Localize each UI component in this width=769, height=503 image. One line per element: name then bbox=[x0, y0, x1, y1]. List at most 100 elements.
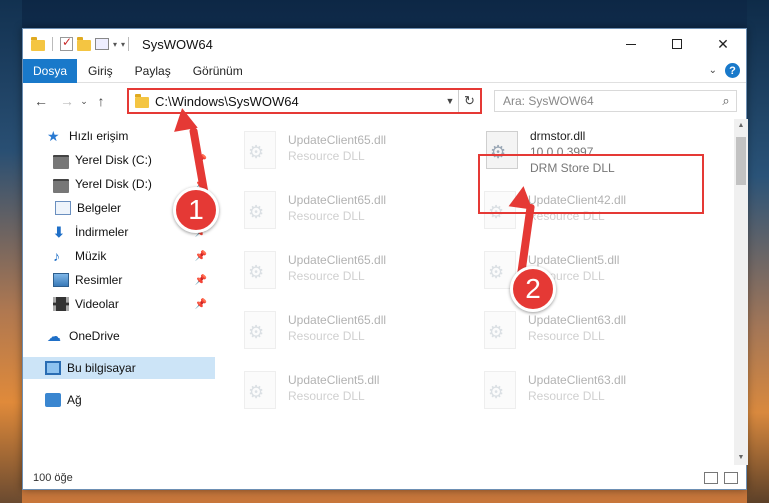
dll-file-icon bbox=[244, 131, 280, 171]
details-view-icon[interactable] bbox=[704, 471, 718, 484]
maximize-icon bbox=[672, 39, 682, 49]
list-item[interactable]: UpdateClient65.dll Resource DLL bbox=[216, 187, 436, 237]
minimize-icon bbox=[626, 43, 636, 45]
pin-icon[interactable]: 📌 bbox=[195, 251, 207, 262]
expand-ribbon-icon[interactable]: ⌄ bbox=[709, 65, 717, 76]
forward-button[interactable]: → bbox=[57, 93, 77, 109]
chevron-down-icon[interactable]: ▾ bbox=[113, 40, 117, 49]
video-icon bbox=[53, 297, 69, 311]
disk-icon bbox=[53, 179, 69, 193]
item-count: 100 öğe bbox=[33, 471, 73, 484]
customize-icon[interactable] bbox=[95, 38, 109, 50]
file-name: UpdateClient63.dll bbox=[528, 313, 627, 327]
search-icon[interactable]: ⌕ bbox=[716, 93, 736, 109]
maximize-button[interactable] bbox=[654, 29, 700, 59]
disk-icon bbox=[53, 155, 69, 169]
sidebar-item-pictures[interactable]: Resimler 📌 bbox=[23, 269, 215, 291]
file-list: UpdateClient65.dll Resource DLL drmstor.d… bbox=[216, 119, 734, 465]
sidebar-item-label: Müzik bbox=[75, 249, 107, 263]
sidebar-item-label: Yerel Disk (D:) bbox=[75, 177, 152, 191]
list-item[interactable]: UpdateClient65.dll Resource DLL bbox=[216, 247, 436, 297]
file-name: UpdateClient5.dll bbox=[288, 373, 380, 387]
toolbar-menu-icon[interactable]: ▾ bbox=[121, 40, 125, 49]
vertical-scrollbar[interactable]: ▲ ▼ bbox=[734, 119, 748, 465]
file-name: UpdateClient65.dll bbox=[288, 253, 387, 267]
navigation-bar: ← → ⌄ ↑ C:\Windows\SysWOW64 ▼ ↻ Ara: Sys… bbox=[23, 84, 746, 118]
toolbar-divider bbox=[52, 37, 53, 51]
close-icon: ✕ bbox=[717, 35, 729, 52]
dll-file-icon bbox=[484, 371, 520, 411]
sidebar-item-label: Resimler bbox=[75, 273, 123, 287]
step-1-badge: 1 bbox=[173, 187, 219, 233]
file-name: drmstor.dll bbox=[530, 129, 586, 143]
desktop-wallpaper-left bbox=[0, 0, 22, 503]
recent-locations-button[interactable]: ⌄ bbox=[77, 96, 91, 107]
cloud-icon: ☁ bbox=[47, 328, 61, 344]
search-input[interactable]: Ara: SysWOW64 bbox=[503, 94, 716, 108]
file-name: UpdateClient5.dll bbox=[528, 253, 620, 267]
minimize-button[interactable] bbox=[608, 29, 654, 59]
title-divider bbox=[128, 37, 130, 51]
sidebar-item-this-pc[interactable]: Bu bilgisayar bbox=[23, 357, 215, 379]
close-button[interactable]: ✕ bbox=[700, 29, 746, 59]
pin-icon[interactable]: 📌 bbox=[195, 275, 207, 286]
tab-view[interactable]: Görünüm bbox=[182, 64, 254, 78]
dll-file-icon bbox=[244, 191, 280, 231]
file-description: Resource DLL bbox=[288, 269, 365, 283]
scroll-up-icon[interactable]: ▲ bbox=[734, 119, 748, 133]
sidebar-item-label: OneDrive bbox=[69, 329, 120, 343]
new-folder-icon[interactable] bbox=[77, 37, 91, 51]
sidebar-item-videos[interactable]: Videolar 📌 bbox=[23, 293, 215, 315]
properties-check-icon[interactable] bbox=[60, 35, 73, 51]
folder-icon bbox=[135, 93, 149, 108]
file-explorer-window: ▾ ▾ SysWOW64 ✕ Dosya Giriş Paylaş Görünü… bbox=[22, 28, 748, 490]
view-toggle bbox=[704, 471, 746, 484]
file-name: UpdateClient63.dll bbox=[528, 373, 627, 387]
window-controls: ✕ bbox=[608, 29, 746, 59]
pin-icon[interactable]: 📌 bbox=[195, 299, 207, 310]
navigation-pane: ★ Hızlı erişim Yerel Disk (C:) 📌 Yerel D… bbox=[23, 119, 215, 465]
sidebar-item-local-disk-c[interactable]: Yerel Disk (C:) 📌 bbox=[23, 149, 215, 171]
dll-file-icon bbox=[244, 311, 280, 351]
address-path[interactable]: C:\Windows\SysWOW64 bbox=[155, 94, 442, 109]
window-title: SysWOW64 bbox=[142, 36, 213, 52]
sidebar-item-label: İndirmeler bbox=[75, 225, 129, 239]
list-item[interactable]: UpdateClient63.dll Resource DLL bbox=[456, 367, 676, 417]
scroll-down-icon[interactable]: ▼ bbox=[734, 451, 748, 465]
back-button[interactable]: ← bbox=[31, 93, 51, 109]
sidebar-item-music[interactable]: ♪ Müzik 📌 bbox=[23, 245, 215, 267]
download-icon: ⬇ bbox=[53, 224, 65, 240]
refresh-button[interactable]: ↻ bbox=[458, 90, 480, 112]
tab-home[interactable]: Giriş bbox=[77, 64, 124, 78]
tab-file[interactable]: Dosya bbox=[23, 58, 77, 83]
help-icon[interactable]: ? bbox=[725, 63, 740, 78]
ribbon-tabs: Dosya Giriş Paylaş Görünüm ⌄ ? bbox=[23, 58, 746, 83]
ribbon-right-controls: ⌄ ? bbox=[709, 63, 746, 78]
file-name: UpdateClient65.dll bbox=[288, 133, 387, 147]
sidebar-item-label: Bu bilgisayar bbox=[67, 361, 136, 375]
list-item[interactable]: UpdateClient63.dll Resource DLL bbox=[456, 307, 676, 357]
list-item[interactable]: UpdateClient65.dll Resource DLL bbox=[216, 127, 436, 177]
sidebar-item-label: Hızlı erişim bbox=[69, 129, 129, 143]
up-button[interactable]: ↑ bbox=[91, 93, 111, 109]
file-description: Resource DLL bbox=[288, 209, 365, 223]
star-icon: ★ bbox=[47, 128, 60, 144]
tab-share[interactable]: Paylaş bbox=[124, 64, 182, 78]
quick-access-toolbar: ▾ ▾ bbox=[23, 35, 125, 51]
file-description: Resource DLL bbox=[288, 149, 365, 163]
folder-icon bbox=[31, 37, 45, 51]
sidebar-item-network[interactable]: Ağ bbox=[23, 389, 215, 411]
step-2-badge: 2 bbox=[510, 266, 556, 312]
large-icons-view-icon[interactable] bbox=[724, 471, 738, 484]
file-name: UpdateClient65.dll bbox=[288, 313, 387, 327]
dll-file-icon bbox=[244, 371, 280, 411]
list-item[interactable]: UpdateClient5.dllResource DLL bbox=[456, 247, 676, 297]
list-item[interactable]: UpdateClient65.dll Resource DLL bbox=[216, 307, 436, 357]
sidebar-item-label: Yerel Disk (C:) bbox=[75, 153, 152, 167]
chevron-down-icon[interactable]: ▼ bbox=[442, 96, 458, 106]
network-icon bbox=[45, 393, 61, 407]
list-item[interactable]: UpdateClient5.dllResource DLL bbox=[216, 367, 436, 417]
scrollbar-thumb[interactable] bbox=[736, 137, 746, 185]
sidebar-item-onedrive[interactable]: ☁ OneDrive bbox=[23, 325, 215, 347]
search-box[interactable]: Ara: SysWOW64 ⌕ bbox=[494, 90, 737, 112]
